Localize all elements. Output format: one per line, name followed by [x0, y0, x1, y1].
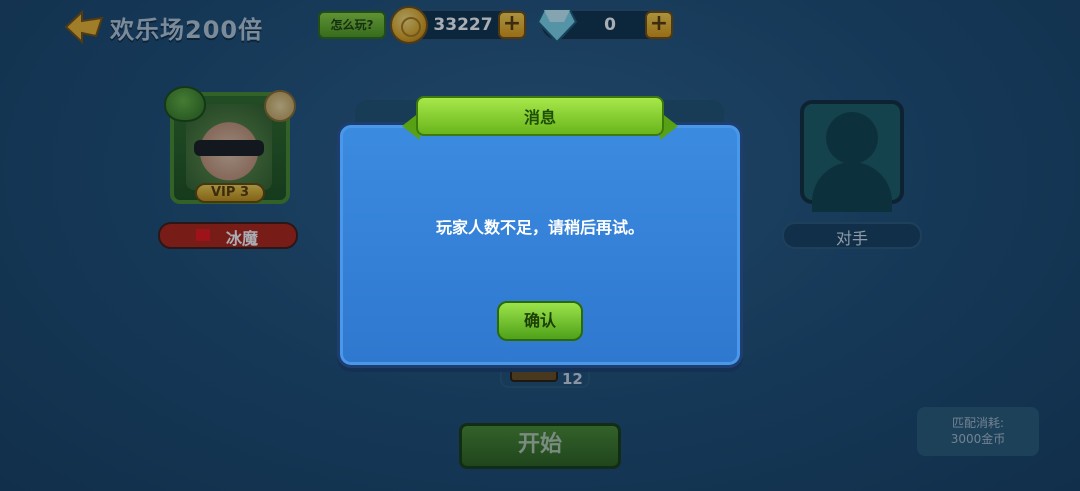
dialog-title: 消息 [523, 108, 556, 127]
dialog-message: 玩家人数不足，请稍后再试。 [435, 218, 644, 237]
confirm-button[interactable]: 确认 [497, 301, 583, 341]
